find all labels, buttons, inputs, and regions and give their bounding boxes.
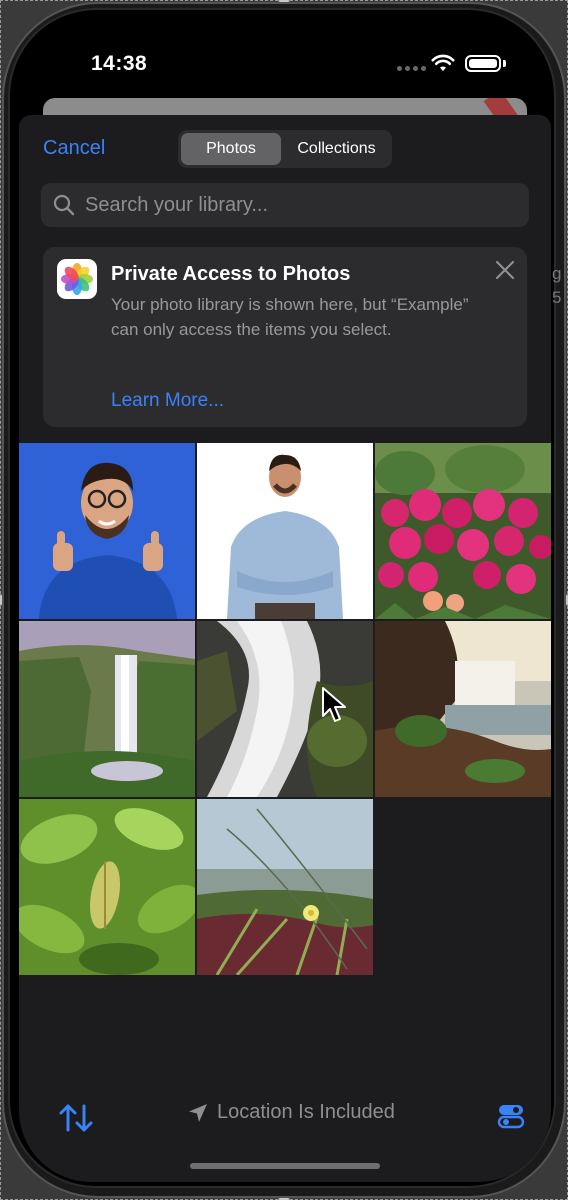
photo-thumbnail-waterfall-coast[interactable]	[375, 621, 551, 797]
search-field[interactable]	[41, 183, 529, 227]
status-bar: 14:38	[19, 18, 551, 98]
cellular-signal-icon	[397, 66, 426, 71]
photo-thumbnail-yellow-flower-grass[interactable]	[197, 799, 373, 975]
location-label: Location Is Included	[217, 1101, 395, 1123]
toggles-icon[interactable]	[497, 1102, 525, 1130]
battery-icon	[465, 55, 501, 72]
segmented-control: Photos Collections	[178, 130, 392, 168]
photo-picker-sheet: Cancel Photos Collections Search your li…	[19, 115, 551, 1182]
photo-thumbnail-man-arms-crossed[interactable]	[197, 443, 373, 619]
segment-collections[interactable]: Collections	[284, 133, 389, 165]
photo-thumbnail-man-thumbs-up[interactable]	[19, 443, 195, 619]
battery-tip	[503, 60, 506, 67]
search-icon	[53, 194, 75, 216]
home-indicator[interactable]	[190, 1163, 380, 1169]
location-arrow-icon	[189, 1103, 207, 1122]
segment-photos[interactable]: Photos	[181, 133, 281, 165]
search-input[interactable]	[85, 183, 515, 227]
wifi-icon	[431, 54, 455, 71]
photo-thumbnail-green-leaves[interactable]	[19, 799, 195, 975]
phone-screen: 14:38 Cancel Photos Collections Search y…	[19, 18, 551, 1182]
photo-thumbnail-waterfall-cliff[interactable]	[19, 621, 195, 797]
private-access-card: Private Access to Photos Your photo libr…	[43, 247, 527, 427]
private-access-description: Your photo library is shown here, but “E…	[111, 295, 469, 339]
private-access-title: Private Access to Photos	[111, 263, 351, 285]
sort-arrows-icon[interactable]	[59, 1102, 93, 1134]
learn-more-link[interactable]: Learn More...	[111, 390, 224, 412]
location-status[interactable]: Location Is Included	[187, 1101, 395, 1124]
close-icon[interactable]	[495, 260, 515, 280]
photo-thumbnail-pink-flowers[interactable]	[375, 443, 551, 619]
status-time: 14:38	[91, 52, 148, 75]
cancel-button[interactable]: Cancel	[43, 137, 105, 160]
photos-app-icon	[57, 259, 97, 299]
background-text-fragment: g5	[552, 264, 562, 307]
mouse-cursor-icon	[322, 687, 346, 722]
